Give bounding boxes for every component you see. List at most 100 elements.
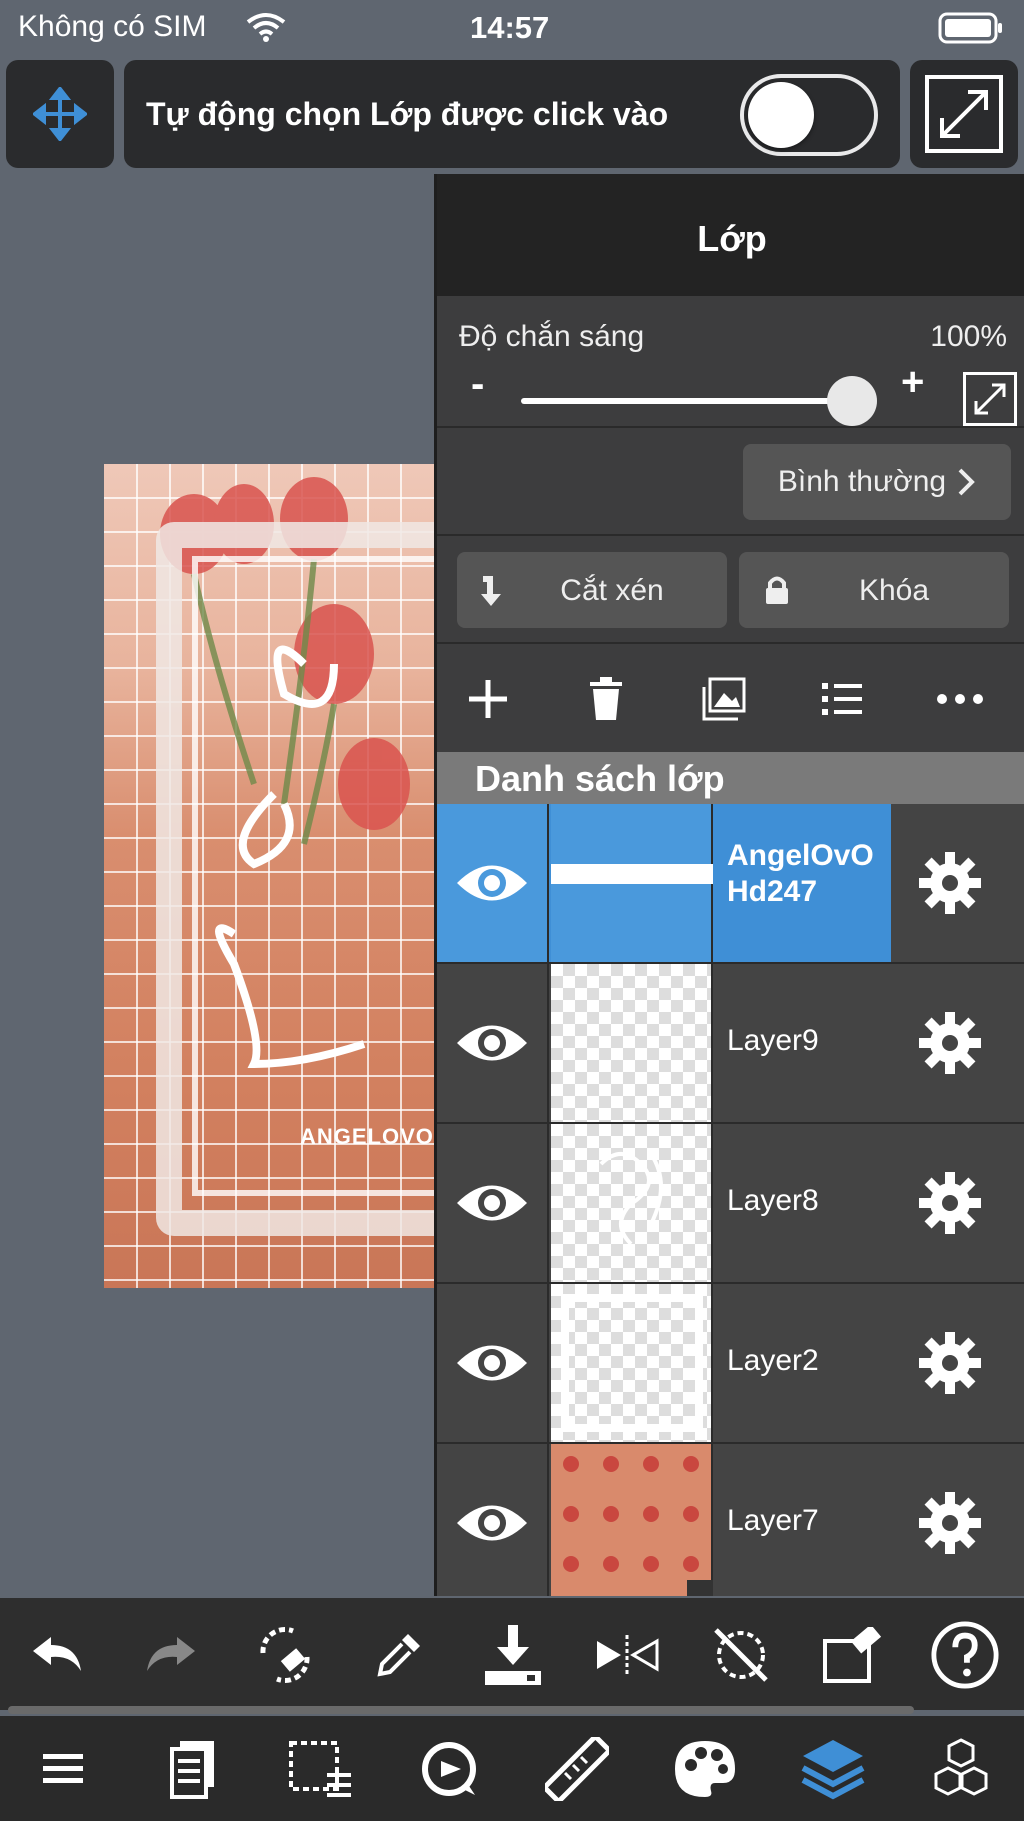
list-icon [822, 683, 862, 715]
eyedropper-icon [377, 1634, 420, 1677]
ruler-button[interactable] [542, 1734, 612, 1804]
artwork-inner-frame [192, 556, 434, 1196]
opacity-label: Độ chắn sáng [459, 320, 645, 353]
move-arrows-icon [33, 87, 87, 141]
eraser-edit-icon [823, 1627, 882, 1683]
layer-row[interactable]: Layer8 [437, 1124, 1024, 1284]
undo-button[interactable] [22, 1620, 92, 1690]
opacity-value: 100% [930, 320, 1007, 353]
opacity-expand-button[interactable] [963, 372, 1017, 426]
more-dots-icon [937, 694, 983, 704]
save-download-button[interactable] [478, 1620, 548, 1690]
layer-thumbnail [551, 1124, 713, 1282]
eye-icon [457, 1025, 527, 1061]
add-layer-button[interactable] [461, 672, 515, 726]
no-rotate-icon [714, 1628, 768, 1682]
brush-size-button[interactable] [414, 1734, 484, 1804]
eye-icon [457, 1505, 527, 1541]
gear-icon[interactable] [917, 1490, 983, 1556]
layers-button[interactable] [798, 1734, 868, 1804]
layer-row[interactable]: AngelOvO Hd247 [437, 804, 1024, 964]
layer-row[interactable]: Layer9 [437, 964, 1024, 1124]
toggle-knob [748, 82, 814, 148]
opacity-increase-button[interactable]: + [901, 360, 924, 405]
help-button[interactable] [930, 1620, 1000, 1690]
blend-mode-button[interactable]: Bình thường [743, 444, 1011, 520]
toolbar-scroll-indicator[interactable] [8, 1706, 914, 1714]
eye-icon [457, 865, 527, 901]
gear-icon[interactable] [917, 1010, 983, 1076]
layer-panel-header: Lớp [437, 174, 1024, 296]
delete-layer-button[interactable] [579, 672, 633, 726]
bottom-navigation [0, 1716, 1024, 1821]
status-bar: Không có SIM 14:57 [0, 0, 1024, 56]
layer-row[interactable]: Layer7 [437, 1444, 1024, 1596]
chevron-right-icon [958, 468, 975, 496]
layer-visibility-toggle[interactable] [437, 1444, 549, 1596]
redo-icon [147, 1637, 195, 1671]
fullscreen-button[interactable] [910, 60, 1018, 168]
layer-visibility-toggle[interactable] [437, 1284, 549, 1442]
clock: 14:57 [470, 10, 550, 45]
lock-label: Khóa [858, 574, 930, 607]
trash-icon [590, 677, 622, 720]
clip-lock-section: Cắt xén Khóa [437, 538, 1024, 644]
layer-visibility-toggle[interactable] [437, 964, 549, 1122]
auto-select-toggle[interactable] [740, 74, 878, 156]
layer-name: AngelOvO Hd247 [727, 839, 874, 908]
rotate-lock-button[interactable] [706, 1620, 776, 1690]
materials-button[interactable] [926, 1734, 996, 1804]
layer-list-button[interactable] [815, 672, 869, 726]
gear-icon[interactable] [917, 1330, 983, 1396]
menu-button[interactable] [28, 1734, 98, 1804]
layer-panel-title: Lớp [697, 218, 767, 259]
opacity-section: Độ chắn sáng 100% - + [437, 298, 1024, 428]
pages-button[interactable] [158, 1734, 228, 1804]
eyedropper-button[interactable] [364, 1620, 434, 1690]
layer-name: Layer8 [727, 1184, 819, 1217]
clipping-button[interactable]: Cắt xén [457, 552, 727, 628]
selection-button[interactable] [286, 1734, 356, 1804]
layer-thumbnail [551, 1444, 713, 1596]
cubes-icon [934, 1738, 988, 1796]
pages-icon [170, 1741, 214, 1799]
undo-icon [33, 1637, 81, 1671]
color-palette-button[interactable] [670, 1734, 740, 1804]
canvas-artwork[interactable]: ANGELOVO I [104, 464, 434, 1288]
gear-icon[interactable] [917, 1170, 983, 1236]
selection-icon [289, 1741, 351, 1797]
auto-select-layer-bar: Tự động chọn Lớp được click vào [124, 60, 900, 168]
hamburger-menu-icon [43, 1754, 83, 1783]
import-image-button[interactable] [697, 672, 751, 726]
artwork-caption: ANGELOVO I [300, 1124, 434, 1149]
wifi-icon [246, 13, 286, 42]
blend-mode-section: Bình thường [437, 430, 1024, 536]
more-options-button[interactable] [933, 672, 987, 726]
eye-icon [457, 1345, 527, 1381]
opacity-slider-track[interactable] [521, 398, 871, 404]
redo-button[interactable] [136, 1620, 206, 1690]
transform-button[interactable] [250, 1620, 320, 1690]
blend-mode-label: Bình thường [777, 465, 947, 498]
move-tool-button[interactable] [6, 60, 114, 168]
image-icon [702, 677, 746, 721]
edit-layer-button[interactable] [820, 1620, 890, 1690]
layer-row[interactable]: Layer2 [437, 1284, 1024, 1444]
battery-icon [938, 12, 1002, 44]
carrier-label: Không có SIM [18, 10, 207, 43]
opacity-decrease-button[interactable]: - [471, 362, 484, 407]
gear-icon[interactable] [917, 850, 983, 916]
layers-icon [801, 1740, 865, 1800]
flip-button[interactable] [592, 1620, 662, 1690]
opacity-slider-handle[interactable] [827, 376, 877, 426]
layer-visibility-toggle[interactable] [437, 1124, 549, 1282]
ruler-icon [545, 1737, 609, 1801]
layer-list-header: Danh sách lớp [437, 752, 1024, 804]
clipping-label: Cắt xén [560, 574, 664, 607]
top-toolbar: Tự động chọn Lớp được click vào [0, 56, 1024, 174]
lock-button[interactable]: Khóa [739, 552, 1009, 628]
layer-actions [437, 646, 1024, 750]
flip-horizontal-icon [597, 1635, 659, 1675]
palette-icon [675, 1741, 735, 1797]
layer-visibility-toggle[interactable] [437, 804, 549, 962]
